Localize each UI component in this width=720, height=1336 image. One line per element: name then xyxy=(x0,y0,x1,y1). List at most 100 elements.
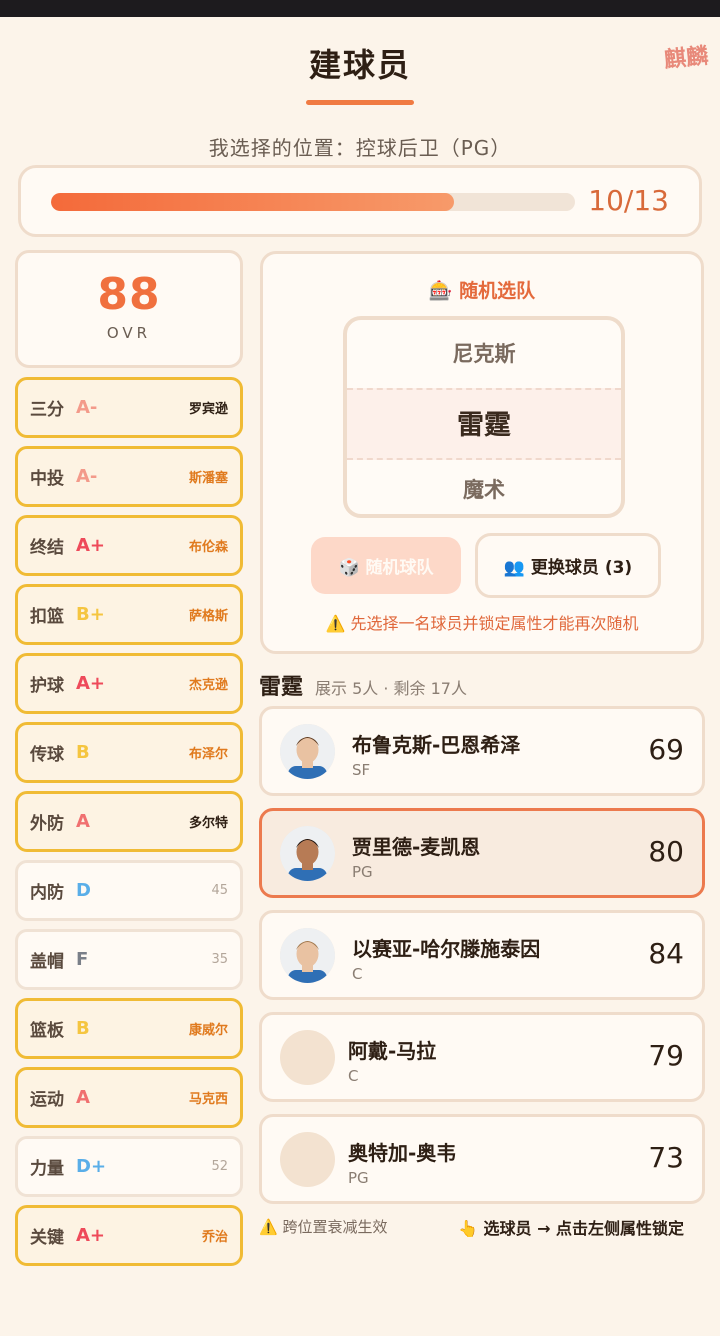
attribute-locked-player: 乔治 xyxy=(201,1230,228,1245)
player-position: C xyxy=(352,965,363,983)
attribute-grade: A+ xyxy=(76,673,106,694)
attribute-name: 力量 xyxy=(30,1159,64,1179)
progress-label: 10/13 xyxy=(588,184,669,217)
team-name: 雷霆 xyxy=(259,675,304,700)
footer-hint-right: 👆 选球员 → 点击左侧属性锁定 xyxy=(458,1219,685,1238)
random-team-title: 🎰 随机选队 xyxy=(428,280,536,302)
page-title: 建球员 xyxy=(308,46,411,84)
attribute-grade: A xyxy=(76,1087,90,1108)
player-position: C xyxy=(348,1067,359,1085)
attribute-name: 中投 xyxy=(30,469,64,489)
attribute-grade: B+ xyxy=(76,604,105,625)
attribute-name: 盖帽 xyxy=(30,952,64,972)
slot-prev-team: 尼克斯 xyxy=(452,342,516,366)
player-position: PG xyxy=(348,1169,369,1187)
attribute-row[interactable]: 关键 A+ 乔治 xyxy=(15,1205,243,1266)
attribute-row[interactable]: 运动 A 马克西 xyxy=(15,1067,243,1128)
random-team-button[interactable]: 🎲 随机球队 xyxy=(311,537,461,594)
attribute-locked-player: 布伦森 xyxy=(188,540,228,555)
team-meta: 展示 5人 · 剩余 17人 xyxy=(315,679,467,698)
attribute-value: 52 xyxy=(211,1159,228,1174)
attribute-locked-player: 杰克逊 xyxy=(188,678,228,693)
attribute-row[interactable]: 篮板 B 康威尔 xyxy=(15,998,243,1059)
attribute-row[interactable]: 中投 A- 斯潘塞 xyxy=(15,446,243,507)
player-avatar xyxy=(280,928,335,983)
attribute-value: 45 xyxy=(211,883,228,898)
attribute-grade: A+ xyxy=(76,1225,106,1246)
player-avatar xyxy=(280,826,335,881)
player-name: 奥特加-奥韦 xyxy=(348,1141,457,1165)
status-bar xyxy=(0,0,720,17)
player-name: 贾里德-麦凯恩 xyxy=(352,835,481,859)
player-card[interactable]: 布鲁克斯-巴恩希泽 SF 69 xyxy=(259,706,705,796)
attribute-row[interactable]: 传球 B 布泽尔 xyxy=(15,722,243,783)
player-card[interactable]: 阿戴-马拉 C 79 xyxy=(259,1012,705,1102)
player-card[interactable]: 贾里德-麦凯恩 PG 80 xyxy=(259,808,705,898)
player-rating: 84 xyxy=(648,937,684,970)
team-header: 雷霆 展示 5人 · 剩余 17人 xyxy=(259,669,467,701)
attribute-name: 传球 xyxy=(30,745,64,765)
attribute-locked-player: 马克西 xyxy=(188,1092,228,1107)
attribute-value: 35 xyxy=(211,952,228,967)
player-name: 阿戴-马拉 xyxy=(348,1039,437,1063)
attribute-name: 三分 xyxy=(30,400,64,420)
random-warning: ⚠️ 先选择一名球员并锁定属性才能再次随机 xyxy=(325,614,639,633)
player-card[interactable]: 奥特加-奥韦 PG 73 xyxy=(259,1114,705,1204)
attribute-name: 终结 xyxy=(30,538,64,558)
player-rating: 69 xyxy=(648,733,684,766)
attribute-grade: A- xyxy=(76,466,98,487)
attribute-grade: D+ xyxy=(76,1156,107,1177)
slot-next-team: 魔术 xyxy=(463,478,505,502)
attribute-locked-player: 康威尔 xyxy=(188,1023,228,1038)
player-name: 布鲁克斯-巴恩希泽 xyxy=(352,733,521,757)
player-avatar xyxy=(280,1030,335,1085)
attribute-row[interactable]: 盖帽 F 35 xyxy=(15,929,243,990)
ovr-card: 88 OVR xyxy=(15,250,243,368)
player-rating: 80 xyxy=(648,835,684,868)
player-card[interactable]: 以赛亚-哈尔滕施泰因 C 84 xyxy=(259,910,705,1000)
swap-player-button[interactable]: 👥 更换球员 (3) xyxy=(475,533,661,598)
attribute-name: 运动 xyxy=(30,1090,64,1110)
attribute-locked-player: 多尔特 xyxy=(188,816,228,831)
attribute-locked-player: 罗宾逊 xyxy=(188,402,228,417)
attribute-locked-player: 布泽尔 xyxy=(188,747,228,762)
attribute-name: 篮板 xyxy=(30,1021,64,1041)
attribute-grade: F xyxy=(76,949,89,970)
attribute-name: 外防 xyxy=(30,814,64,834)
attribute-locked-player: 萨格斯 xyxy=(188,609,228,624)
player-avatar xyxy=(280,1132,335,1187)
progress-track xyxy=(51,193,575,211)
player-rating: 79 xyxy=(648,1039,684,1072)
attribute-grade: B xyxy=(76,742,90,763)
ovr-value: 88 xyxy=(97,269,161,320)
attribute-grade: D xyxy=(76,880,91,901)
attribute-grade: A- xyxy=(76,397,98,418)
attribute-locked-player: 斯潘塞 xyxy=(188,471,228,486)
progress-fill xyxy=(51,193,455,211)
attribute-row[interactable]: 力量 D+ 52 xyxy=(15,1136,243,1197)
title-underline xyxy=(306,100,414,105)
player-position: SF xyxy=(352,761,371,779)
progress-card: 10/13 xyxy=(18,165,702,237)
player-avatar xyxy=(280,724,335,779)
player-position: PG xyxy=(352,863,373,881)
attribute-row[interactable]: 终结 A+ 布伦森 xyxy=(15,515,243,576)
brand-logo: 麒麟 xyxy=(662,42,710,74)
attribute-row[interactable]: 内防 D 45 xyxy=(15,860,243,921)
attribute-name: 关键 xyxy=(30,1228,64,1248)
attribute-name: 护球 xyxy=(30,676,64,696)
attribute-row[interactable]: 护球 A+ 杰克逊 xyxy=(15,653,243,714)
attribute-name: 扣篮 xyxy=(30,607,64,627)
attribute-name: 内防 xyxy=(30,883,64,903)
attribute-row[interactable]: 外防 A 多尔特 xyxy=(15,791,243,852)
position-prompt: 我选择的位置：控球后卫（PG） xyxy=(208,136,512,160)
ovr-label: OVR xyxy=(106,324,152,342)
attribute-grade: A xyxy=(76,811,90,832)
footer-hint-left: ⚠️ 跨位置衰减生效 xyxy=(259,1218,388,1236)
attribute-row[interactable]: 三分 A- 罗宾逊 xyxy=(15,377,243,438)
attribute-row[interactable]: 扣篮 B+ 萨格斯 xyxy=(15,584,243,645)
attribute-grade: B xyxy=(76,1018,90,1039)
player-rating: 73 xyxy=(648,1141,684,1174)
team-slot-machine: 尼克斯 雷霆 魔术 xyxy=(343,316,625,518)
player-name: 以赛亚-哈尔滕施泰因 xyxy=(352,937,541,961)
